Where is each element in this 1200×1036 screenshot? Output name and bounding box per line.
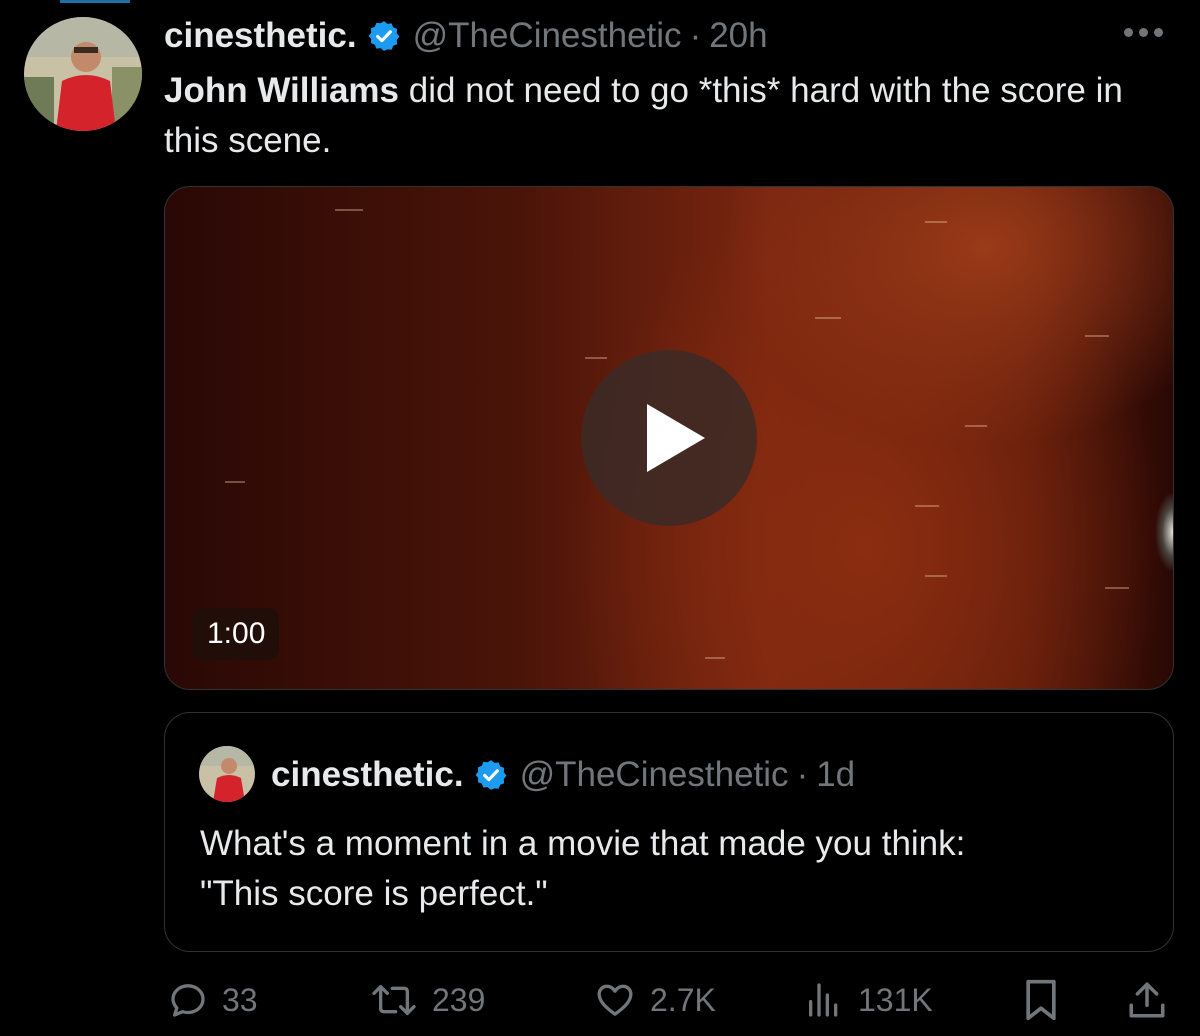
tweet-text-bold: John Williams [164, 71, 400, 110]
bookmark-button[interactable] [1022, 972, 1060, 1028]
film-streak [585, 357, 607, 359]
author-handle[interactable]: @TheCinesthetic [413, 16, 682, 56]
quoted-text-line-1: What's a moment in a movie that made you… [200, 824, 966, 863]
film-streak [225, 481, 245, 483]
author-avatar[interactable] [24, 17, 142, 131]
tweet-timestamp[interactable]: 20h [709, 16, 767, 56]
like-count: 2.7K [650, 981, 716, 1018]
film-streak [815, 317, 841, 319]
video-frame-highlight [1147, 487, 1173, 577]
play-button[interactable] [581, 350, 757, 526]
film-streak [925, 221, 947, 223]
quoted-tweet-text: What's a moment in a movie that made you… [200, 819, 1150, 919]
film-streak [1105, 587, 1129, 589]
like-button[interactable]: 2.7K [594, 972, 716, 1028]
quoted-handle[interactable]: @TheCinesthetic [520, 755, 789, 795]
video-duration: 1:00 [193, 608, 280, 660]
tweet-action-bar: 33 239 2.7K 131K [164, 972, 1174, 1028]
quoted-text-line-2: "This score is perfect." [200, 874, 548, 913]
reply-count: 33 [222, 981, 258, 1018]
retweet-count: 239 [432, 981, 486, 1018]
quoted-timestamp[interactable]: 1d [816, 755, 855, 795]
more-options-icon[interactable] [1124, 22, 1170, 42]
reply-button[interactable]: 33 [168, 972, 258, 1028]
retweet-icon [372, 985, 416, 1015]
separator-dot: · [796, 755, 809, 794]
heart-icon [597, 984, 633, 1016]
author-display-name[interactable]: cinesthetic. [164, 16, 357, 56]
retweet-button[interactable]: 239 [370, 972, 485, 1028]
share-icon [1129, 982, 1165, 1018]
quoted-tweet-header: cinesthetic. @TheCinesthetic · 1d [271, 753, 855, 797]
views-count: 131K [858, 981, 933, 1018]
video-player[interactable]: 1:00 [164, 186, 1174, 690]
film-streak [915, 505, 939, 507]
verified-badge-icon [474, 758, 508, 792]
views-button[interactable]: 131K [804, 972, 933, 1028]
separator-dot: · [689, 16, 702, 55]
quoted-display-name[interactable]: cinesthetic. [271, 755, 464, 795]
tweet-header: cinesthetic. @TheCinesthetic · 20h [164, 14, 768, 58]
film-streak [335, 209, 363, 211]
play-icon [647, 404, 705, 472]
film-streak [925, 575, 947, 577]
film-streak [965, 425, 987, 427]
top-accent-bar [60, 0, 130, 3]
verified-badge-icon [367, 19, 401, 53]
tweet-text: John Williams did not need to go *this* … [164, 66, 1174, 166]
quoted-tweet[interactable]: cinesthetic. @TheCinesthetic · 1d What's… [164, 712, 1174, 952]
share-button[interactable] [1126, 972, 1168, 1028]
film-streak [1085, 335, 1109, 337]
bookmark-icon [1026, 979, 1056, 1021]
quoted-author-avatar[interactable] [199, 746, 255, 802]
reply-icon [171, 984, 205, 1017]
film-streak [705, 657, 725, 659]
views-chart-icon [809, 983, 838, 1017]
